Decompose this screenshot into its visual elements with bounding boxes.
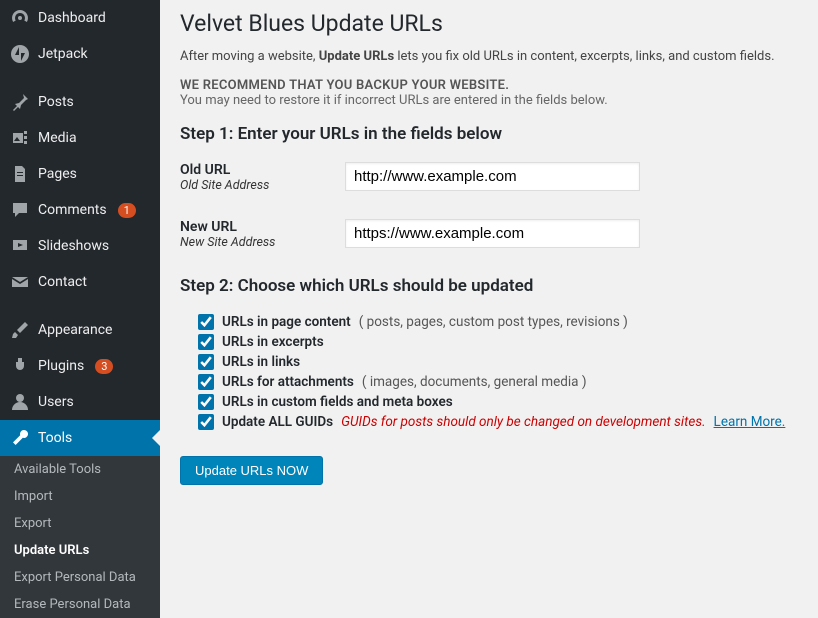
new-url-label: New URL (180, 219, 335, 235)
sidebar-item-label: Posts (38, 94, 74, 110)
sidebar-item-comments[interactable]: Comments 1 (0, 192, 160, 228)
old-url-sublabel: Old Site Address (180, 178, 335, 193)
sidebar-item-pages[interactable]: Pages (0, 156, 160, 192)
submenu-item[interactable]: Export (0, 510, 160, 537)
brush-icon (10, 320, 30, 340)
new-url-input[interactable] (345, 219, 640, 248)
checkbox-label: Update ALL GUIDs (222, 414, 333, 430)
sidebar-item-label: Plugins (38, 358, 84, 374)
jetpack-icon (10, 44, 30, 64)
badge: 3 (95, 359, 113, 374)
main-content: Velvet Blues Update URLs After moving a … (160, 0, 818, 594)
media-icon (10, 128, 30, 148)
badge: 1 (118, 203, 136, 218)
sidebar-item-appearance[interactable]: Appearance (0, 312, 160, 348)
checkbox-row: URLs in page content ( posts, pages, cus… (198, 314, 798, 330)
old-url-input[interactable] (345, 162, 640, 191)
wrench-icon (10, 428, 30, 448)
checkbox-desc: ( images, documents, general media ) (362, 374, 587, 390)
sidebar-item-media[interactable]: Media (0, 120, 160, 156)
sidebar-item-tools[interactable]: Tools (0, 420, 160, 456)
checkbox-label: URLs for attachments (222, 374, 354, 390)
sidebar-item-label: Users (38, 394, 74, 410)
checkbox-row: URLs in excerpts (198, 334, 798, 350)
plug-icon (10, 356, 30, 376)
sidebar-item-label: Media (38, 130, 77, 146)
step1-heading: Step 1: Enter your URLs in the fields be… (180, 124, 798, 144)
sidebar-item-label: Dashboard (38, 10, 106, 26)
checkbox-label: URLs in page content (222, 314, 351, 330)
checkbox[interactable] (198, 334, 214, 350)
checkbox[interactable] (198, 314, 214, 330)
checkbox-row: URLs for attachments ( images, documents… (198, 374, 798, 390)
checkbox[interactable] (198, 354, 214, 370)
learn-more-link[interactable]: Learn More. (714, 414, 786, 430)
page-icon (10, 164, 30, 184)
checkbox[interactable] (198, 374, 214, 390)
update-urls-button[interactable]: Update URLs NOW (180, 456, 323, 485)
guid-warning: GUIDs for posts should only be changed o… (341, 414, 705, 430)
checkbox-desc: ( posts, pages, custom post types, revis… (359, 314, 628, 330)
user-icon (10, 392, 30, 412)
sidebar-item-posts[interactable]: Posts (0, 84, 160, 120)
new-url-row: New URL New Site Address (180, 219, 798, 250)
submenu-item[interactable]: Erase Personal Data (0, 591, 160, 618)
checkbox-row: URLs in links (198, 354, 798, 370)
backup-warning: WE RECOMMEND THAT YOU BACKUP YOUR WEBSIT… (180, 78, 798, 93)
admin-sidebar: Dashboard Jetpack Posts Media Pages Comments 1… (0, 0, 160, 594)
submenu-item[interactable]: Import (0, 483, 160, 510)
old-url-row: Old URL Old Site Address (180, 162, 798, 193)
checkbox-row-guid: Update ALL GUIDs GUIDs for posts should … (198, 414, 798, 430)
sidebar-item-dashboard[interactable]: Dashboard (0, 0, 160, 36)
page-title: Velvet Blues Update URLs (180, 10, 798, 37)
checkbox-label: URLs in links (222, 354, 300, 370)
checkbox[interactable] (198, 394, 214, 410)
sidebar-item-label: Pages (38, 166, 77, 182)
sidebar-item-jetpack[interactable]: Jetpack (0, 36, 160, 72)
step2-heading: Step 2: Choose which URLs should be upda… (180, 276, 798, 296)
backup-subtext: You may need to restore it if incorrect … (180, 93, 798, 108)
sidebar-item-label: Appearance (38, 322, 112, 338)
submenu-item[interactable]: Available Tools (0, 456, 160, 483)
slideshow-icon (10, 236, 30, 256)
checkbox-label: URLs in custom fields and meta boxes (222, 394, 453, 410)
sidebar-item-label: Slideshows (38, 238, 109, 254)
sidebar-item-users[interactable]: Users (0, 384, 160, 420)
intro-text: After moving a website, Update URLs lets… (180, 49, 798, 64)
sidebar-item-contact[interactable]: Contact (0, 264, 160, 300)
sidebar-item-slideshows[interactable]: Slideshows (0, 228, 160, 264)
dashboard-icon (10, 8, 30, 28)
old-url-label: Old URL (180, 162, 335, 178)
checkbox-row: URLs in custom fields and meta boxes (198, 394, 798, 410)
sidebar-item-label: Tools (38, 430, 72, 446)
sidebar-item-label: Comments (38, 202, 107, 218)
sidebar-item-label: Jetpack (38, 46, 88, 62)
submenu-item[interactable]: Export Personal Data (0, 564, 160, 591)
pin-icon (10, 92, 30, 112)
comment-icon (10, 200, 30, 220)
sidebar-item-plugins[interactable]: Plugins 3 (0, 348, 160, 384)
submenu-item[interactable]: Update URLs (0, 537, 160, 564)
new-url-sublabel: New Site Address (180, 235, 335, 250)
checkbox-guid[interactable] (198, 414, 214, 430)
sidebar-item-label: Contact (38, 274, 87, 290)
checkbox-list: URLs in page content ( posts, pages, cus… (198, 314, 798, 430)
mail-icon (10, 272, 30, 292)
checkbox-label: URLs in excerpts (222, 334, 324, 350)
